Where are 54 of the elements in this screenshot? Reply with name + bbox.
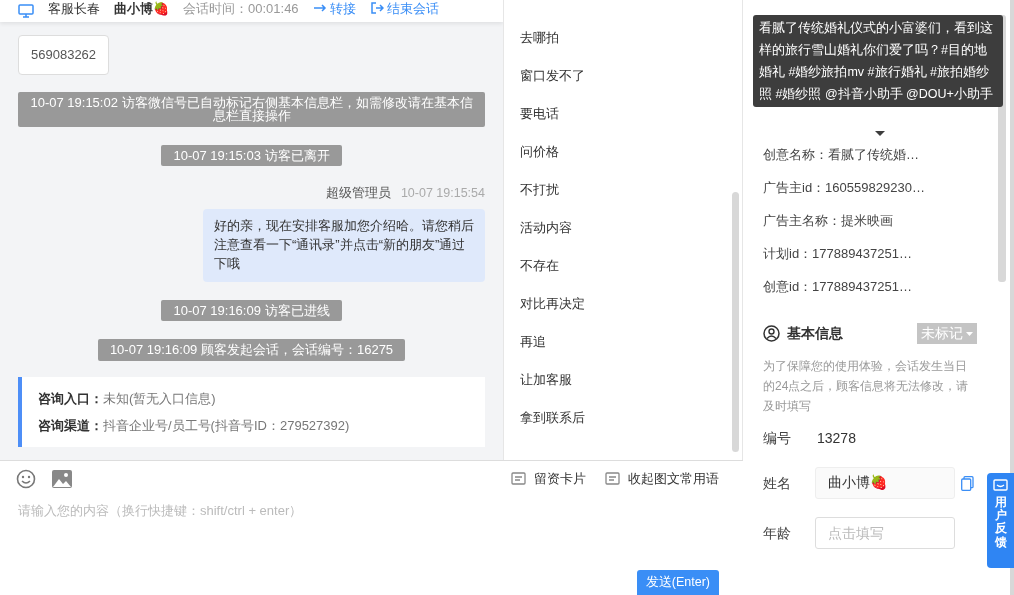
quick-reply-item[interactable]: 拿到联系后	[504, 399, 742, 437]
message-icon	[605, 471, 620, 487]
field-value: 13278	[816, 429, 856, 448]
source-detail: 创意名称：看腻了传统婚…	[763, 146, 920, 164]
message-time: 10-07 19:15:54	[400, 185, 485, 203]
toolbar-button[interactable]: 收起图文常用语	[605, 469, 719, 489]
system-notice: 10-07 19:16:09 顾客发起会话，会话编号：16275	[97, 339, 406, 361]
notice-text: 为了保障您的使用体验，会话发生当日的24点之后，顾客信息将无法修改，请及时填写	[763, 358, 970, 415]
exit-icon	[369, 1, 384, 16]
quick-reply-item[interactable]: 要电话	[504, 95, 742, 133]
quick-reply-item[interactable]: 活动内容	[504, 209, 742, 247]
section-title: 基本信息	[786, 324, 843, 343]
session-duration: 会话时间：00:01:46	[183, 0, 299, 18]
monitor-icon	[18, 4, 34, 18]
message-bubble: 569083262	[18, 35, 110, 75]
toolbar-button[interactable]: 留资卡片	[510, 469, 586, 489]
scrollbar[interactable]	[732, 192, 739, 452]
quick-reply-item[interactable]: 再追	[504, 323, 742, 361]
input-field[interactable]: 点击填写	[815, 517, 955, 549]
source-detail: 计划id：177889437251…	[763, 245, 913, 263]
field-label: 编号	[763, 429, 792, 448]
quick-reply-item[interactable]: 不打扰	[504, 171, 742, 209]
source-detail: 创意id：177889437251…	[763, 278, 913, 296]
tooltip: 看腻了传统婚礼仪式的小富婆们，看到这样的旅行雪山婚礼你们爱了吗？#目的地婚礼 #婚纱旅拍mv #旅行婚礼 #旅拍婚纱照 #婚纱照 @抖音小助手 @DOU+小助手	[753, 15, 1003, 107]
system-notice: 10-07 19:15:03 访客已离开	[161, 144, 342, 167]
input-field[interactable]: 曲小博🍓	[815, 467, 955, 499]
info-value: 抖音企业号/员工号(抖音号ID：279527392)	[103, 418, 350, 433]
quick-reply-item[interactable]: 对比再决定	[504, 285, 742, 323]
quick-reply-item[interactable]: 窗口发不了	[504, 57, 742, 95]
message-icon	[993, 479, 1008, 493]
feedback-button[interactable]: 用户反馈	[987, 473, 1014, 568]
info-label: 咨询渠道：	[38, 418, 103, 433]
field-label: 姓名	[763, 473, 792, 493]
image-icon[interactable]	[52, 470, 72, 488]
quick-reply-item[interactable]: 让加客服	[504, 361, 742, 399]
quick-reply-item[interactable]: 去哪拍	[504, 19, 742, 57]
agent-name: 客服长春	[48, 0, 100, 18]
copy-icon[interactable]	[961, 475, 974, 491]
quick-reply-item[interactable]: 问价格	[504, 133, 742, 171]
source-detail: 广告主名称：提米映画	[763, 212, 894, 230]
sender-name: 超级管理员	[325, 185, 391, 203]
message-icon	[510, 471, 526, 487]
user-icon	[763, 325, 780, 342]
info-value: 未知(暂无入口信息)	[103, 391, 216, 406]
system-notice: 10-07 19:15:02 访客微信号已自动标记右侧基本信息栏，如需修改请在基本信息栏直接操作	[18, 91, 485, 127]
field-label: 年龄	[763, 523, 792, 543]
info-label: 咨询入口：	[38, 391, 103, 406]
source-detail: 广告主id：160559829230…	[763, 179, 926, 197]
quick-reply-item[interactable]: 不存在	[504, 247, 742, 285]
caret-icon	[966, 331, 973, 336]
smiley-icon[interactable]	[16, 469, 36, 489]
customer-name: 曲小博🍓	[114, 0, 169, 18]
message-bubble: 好的亲，现在安排客服加您介绍哈。请您稍后注意查看一下“通讯录”并点击“新的朋友”通过下哦	[203, 209, 485, 282]
system-notice: 10-07 19:16:09 访客已进线	[161, 299, 342, 322]
